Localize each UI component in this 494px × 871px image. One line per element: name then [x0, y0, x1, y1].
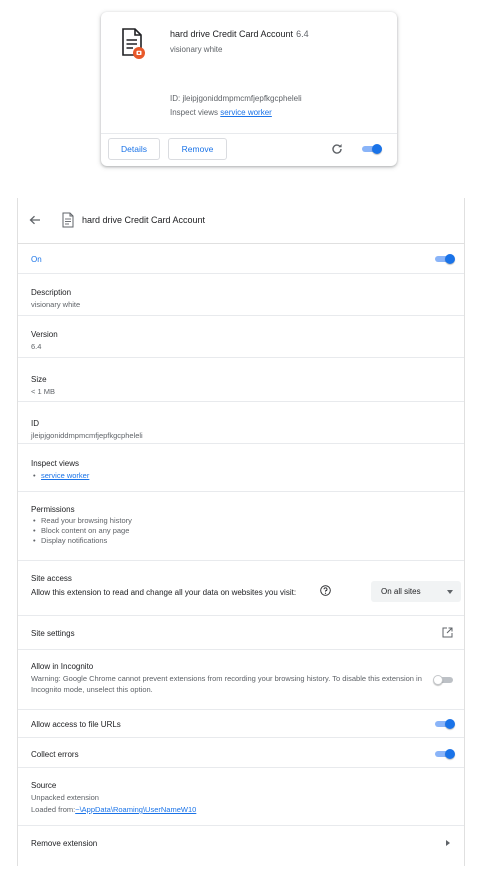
extension-id: ID: jleipjgoniddmpmcmfjepfkgcpheleli [170, 94, 302, 103]
size-value: < 1 MB [31, 387, 55, 396]
permissions-label: Permissions [31, 505, 75, 514]
incognito-toggle[interactable] [433, 675, 455, 685]
on-toggle[interactable] [433, 254, 455, 264]
extension-name: hard drive Credit Card Account 6.4 [170, 29, 309, 39]
collect-errors-row: Collect errors [18, 738, 464, 768]
site-access-text: Allow this extension to read and change … [31, 588, 297, 597]
remove-button[interactable]: Remove [168, 138, 227, 160]
incognito-warning: Warning: Google Chrome cannot prevent ex… [31, 674, 422, 694]
card-divider [101, 133, 397, 134]
on-label: On [31, 255, 42, 264]
chevron-down-icon [447, 590, 453, 594]
list-item: Read your browsing history [31, 516, 132, 526]
site-settings-label: Site settings [31, 629, 75, 638]
list-item: Display notifications [31, 536, 132, 546]
reload-icon[interactable] [331, 143, 343, 155]
description-value: visionary white [31, 300, 81, 309]
size-row: Size < 1 MB [18, 358, 464, 402]
page-title: hard drive Credit Card Account [82, 215, 206, 225]
source-label: Source [31, 781, 57, 790]
id-row: ID jleipjgoniddmpmcmfjepfkgcpheleli [18, 402, 464, 444]
inspect-views-row: Inspect views service worker [18, 444, 464, 492]
incognito-row: Allow in Incognito Warning: Google Chrom… [18, 650, 464, 710]
version-row: Version 6.4 [18, 316, 464, 358]
site-access-select[interactable]: On all sites [371, 581, 461, 602]
site-access-select-value: On all sites [381, 587, 421, 596]
extension-name-text: hard drive Credit Card Account [170, 29, 294, 39]
details-button[interactable]: Details [108, 138, 160, 160]
open-in-new-icon[interactable] [442, 627, 453, 638]
service-worker-link[interactable]: service worker [41, 471, 89, 480]
site-access-label: Site access [31, 574, 72, 583]
collect-errors-label: Collect errors [31, 750, 79, 759]
source-row: Source Unpacked extension Loaded from:~\… [18, 768, 464, 826]
file-urls-toggle[interactable] [433, 719, 455, 729]
remove-extension-label: Remove extension [31, 839, 98, 848]
site-settings-row[interactable]: Site settings [18, 616, 464, 650]
inspect-views-label: Inspect views [31, 459, 80, 468]
inspect-views: Inspect views service worker [170, 108, 272, 117]
description-row: Description visionary white [18, 274, 464, 316]
file-urls-label: Allow access to file URLs [31, 720, 121, 729]
source-value: Unpacked extension [31, 793, 99, 802]
loaded-from: Loaded from:~\AppData\Roaming\UserNameW1… [31, 805, 196, 814]
extension-card: hard drive Credit Card Account 6.4 vision… [101, 12, 397, 166]
collect-errors-toggle[interactable] [433, 749, 455, 759]
extension-file-icon [122, 28, 145, 59]
remove-extension-row[interactable]: Remove extension [18, 826, 464, 858]
version-label: Version [31, 330, 58, 339]
extension-version: 6.4 [296, 29, 309, 39]
extension-description: visionary white [170, 45, 223, 54]
loaded-from-label: Loaded from: [31, 805, 76, 814]
permissions-list: Read your browsing history Block content… [31, 516, 132, 546]
site-access-row: Site access Allow this extension to read… [18, 561, 464, 616]
version-value: 6.4 [31, 342, 42, 351]
list-item: service worker [31, 471, 89, 481]
list-item: Block content on any page [31, 526, 132, 536]
permissions-row: Permissions Read your browsing history B… [18, 492, 464, 561]
details-header: hard drive Credit Card Account [18, 198, 464, 244]
back-arrow-icon[interactable] [29, 215, 41, 225]
inspect-views-list: service worker [31, 471, 89, 481]
on-row: On [18, 244, 464, 274]
service-worker-link[interactable]: service worker [220, 108, 272, 117]
description-label: Description [31, 288, 72, 297]
size-label: Size [31, 375, 47, 384]
id-label: ID [31, 419, 39, 428]
inspect-views-label: Inspect views [170, 108, 219, 117]
extension-enable-toggle[interactable] [360, 144, 382, 154]
extension-details-page: hard drive Credit Card Account On Descri… [17, 198, 465, 866]
loaded-from-path-link[interactable]: ~\AppData\Roaming\UserNameW10 [75, 805, 196, 814]
help-icon[interactable] [320, 585, 331, 596]
extension-file-icon [62, 212, 74, 228]
file-urls-row: Allow access to file URLs [18, 710, 464, 738]
id-value: jleipjgoniddmpmcmfjepfkgcpheleli [31, 431, 143, 440]
chevron-right-icon [446, 840, 450, 846]
incognito-label: Allow in Incognito [31, 662, 94, 671]
